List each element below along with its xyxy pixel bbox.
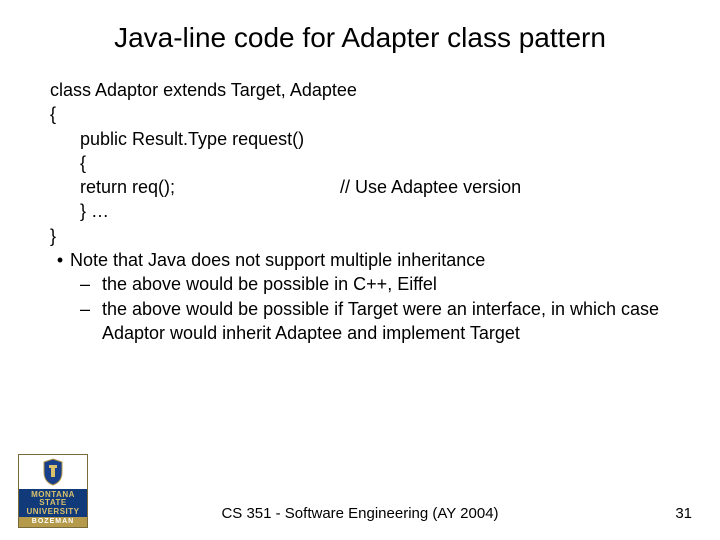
code-line: class Adaptor extends Target, Adaptee xyxy=(50,78,670,102)
sub-bullet-item: – the above would be possible if Target … xyxy=(80,297,670,346)
slide: Java-line code for Adapter class pattern… xyxy=(0,0,720,540)
code-text: return req(); xyxy=(80,175,340,199)
sub-bullet-text: the above would be possible in C++, Eiff… xyxy=(102,272,670,296)
logo-crest-icon xyxy=(18,454,88,489)
bullet-text: Note that Java does not support multiple… xyxy=(70,248,485,272)
bullet-dot-icon: • xyxy=(50,248,70,272)
code-line: } … xyxy=(80,199,670,223)
code-line: { xyxy=(80,151,670,175)
dash-icon: – xyxy=(80,272,102,296)
bullet-item: • Note that Java does not support multip… xyxy=(50,248,670,272)
slide-title: Java-line code for Adapter class pattern xyxy=(0,22,720,54)
footer-text: CS 351 - Software Engineering (AY 2004) xyxy=(0,505,720,522)
code-line: return req(); // Use Adaptee version xyxy=(80,175,670,199)
code-comment: // Use Adaptee version xyxy=(340,175,521,199)
sub-bullet-text: the above would be possible if Target we… xyxy=(102,297,670,346)
code-line: public Result.Type request() xyxy=(80,127,670,151)
code-line: { xyxy=(50,102,670,126)
dash-icon: – xyxy=(80,297,102,346)
slide-body: class Adaptor extends Target, Adaptee { … xyxy=(50,78,670,345)
code-line: } xyxy=(50,224,670,248)
page-number: 31 xyxy=(675,505,692,522)
sub-bullet-item: – the above would be possible in C++, Ei… xyxy=(80,272,670,296)
